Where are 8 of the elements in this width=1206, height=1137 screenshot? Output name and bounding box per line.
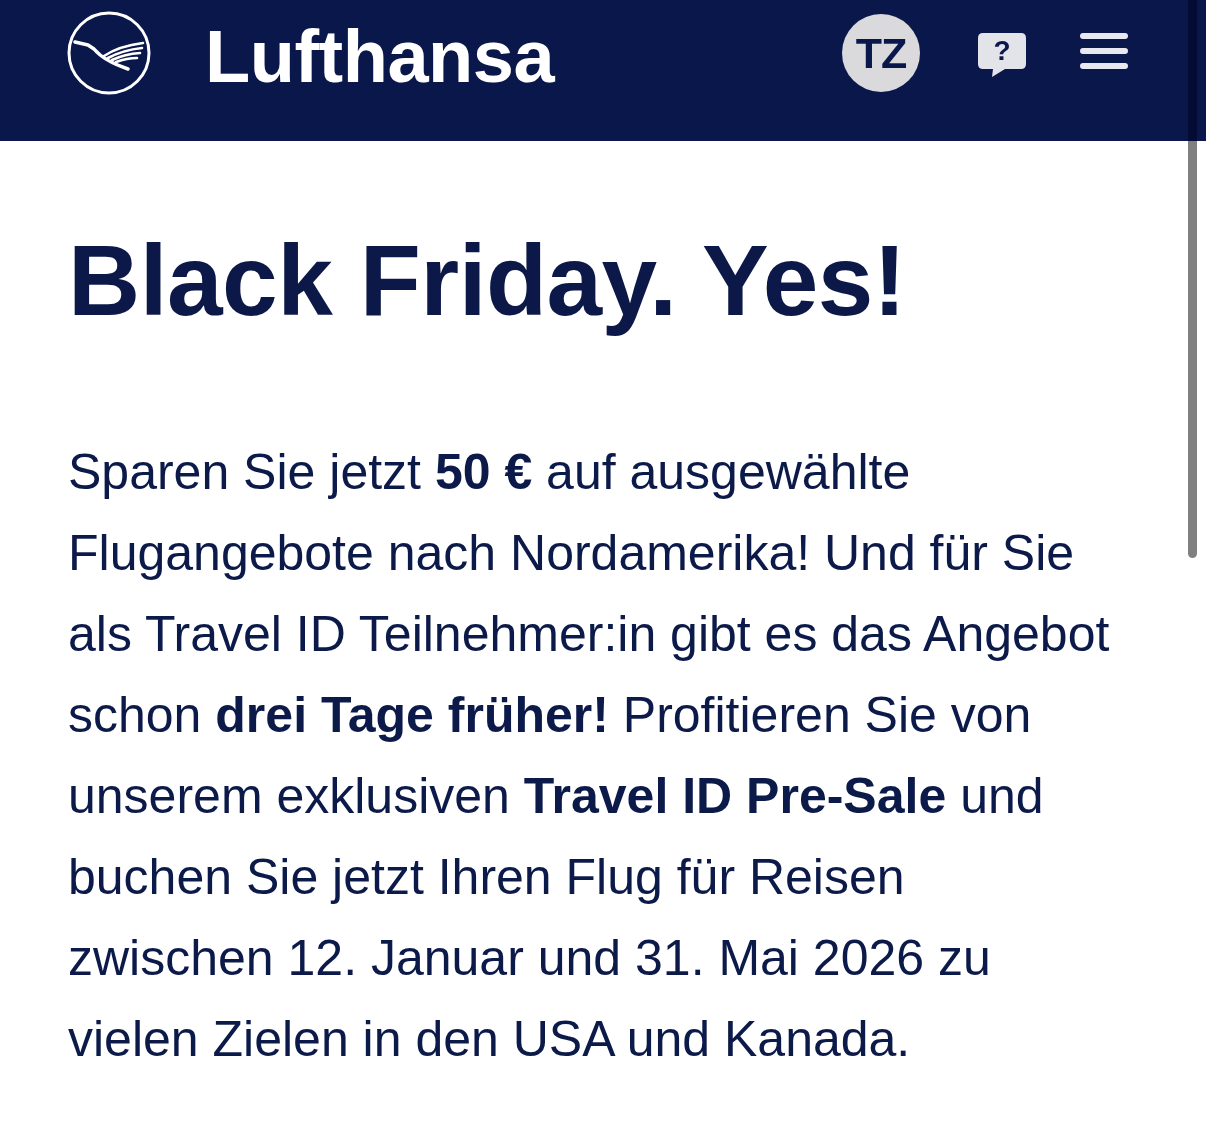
headline: Black Friday. Yes! (68, 223, 906, 338)
brand-name[interactable]: Lufthansa (205, 19, 555, 94)
avatar-button[interactable]: TZ (842, 14, 920, 92)
help-button[interactable]: ? (978, 32, 1026, 77)
crane-logo-icon[interactable] (67, 11, 151, 95)
menu-icon[interactable] (1080, 33, 1128, 69)
scrollbar-thumb[interactable] (1188, 0, 1197, 558)
body-text: Sparen Sie jetzt 50 € auf ausgewählte Flugangebote nach Nordamerika! Und für Sie als Travel ID Teilnehmer:in gibt es das Angebot schon drei Tage früher! Profitieren Sie von unserem exklusiven Travel ID Pre-Sale und buchen Sie jetzt Ihren Flug für Reisen zwischen 12. Januar und 31. Mai 2026 zu vielen Zielen in den USA und Kanada. (68, 443, 1111, 1069)
